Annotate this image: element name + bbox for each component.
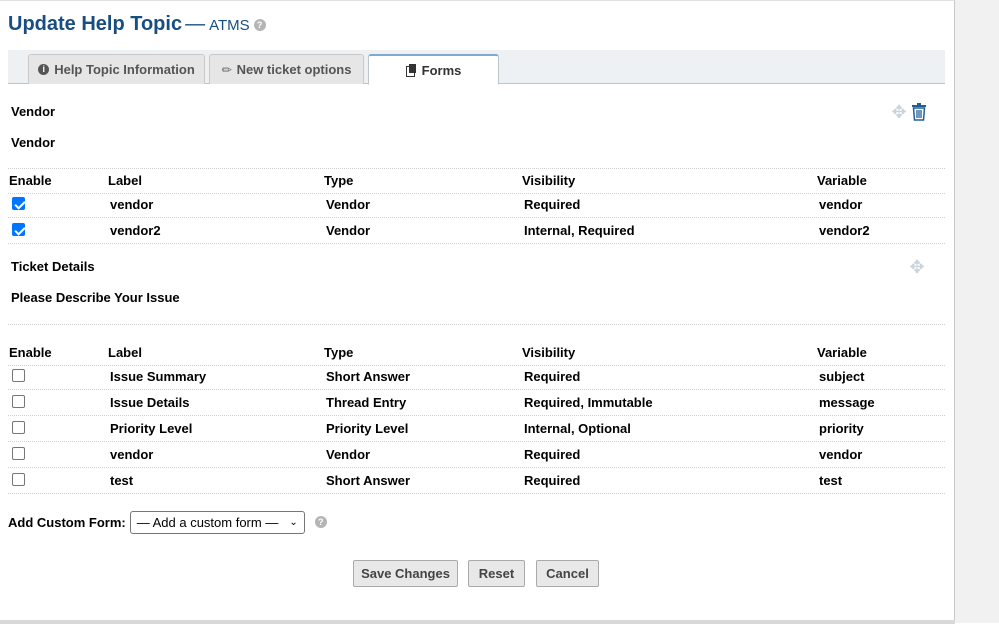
field-variable: vendor2 <box>819 223 870 238</box>
enable-checkbox[interactable] <box>12 473 25 486</box>
column-header-label: Label <box>108 345 142 360</box>
field-visibility: Required, Immutable <box>524 395 653 410</box>
tab-forms[interactable]: Forms <box>368 54 499 85</box>
tab-bar: i Help Topic Information ✎ New ticket op… <box>8 50 945 85</box>
help-icon[interactable]: ? <box>253 19 266 31</box>
move-icon[interactable]: ✥ <box>907 257 927 277</box>
page-title: Update Help Topic — ATMS? <box>8 13 266 36</box>
enable-checkbox[interactable] <box>12 447 25 460</box>
form-title-vendor: Vendor <box>11 104 56 119</box>
field-variable: subject <box>819 369 865 384</box>
enable-checkbox[interactable] <box>12 421 25 434</box>
add-custom-form-row: Add Custom Form: — Add a custom form — ⌄… <box>8 510 327 534</box>
table-row: vendor Vendor Required vendor <box>8 442 945 468</box>
field-variable: test <box>819 473 843 488</box>
table-header: Enable Label Type Visibility Variable <box>8 168 945 194</box>
page-gutter <box>955 0 999 623</box>
tab-new-ticket-options[interactable]: ✎ New ticket options <box>209 54 364 84</box>
field-variable: message <box>819 395 875 410</box>
info-icon: i <box>38 64 50 75</box>
field-type: Vendor <box>326 447 371 462</box>
table-header: Enable Label Type Visibility Variable <box>8 340 945 366</box>
enable-checkbox[interactable] <box>12 395 25 408</box>
field-visibility: Required <box>524 369 581 384</box>
field-variable: vendor <box>819 447 863 462</box>
move-icon[interactable]: ✥ <box>889 102 909 122</box>
field-type: Short Answer <box>326 369 411 384</box>
field-label: vendor <box>110 197 154 212</box>
field-variable: vendor <box>819 197 863 212</box>
table-row: vendor Vendor Required vendor <box>8 192 945 218</box>
field-label: vendor2 <box>110 223 161 238</box>
column-header-label: Label <box>108 173 142 188</box>
field-visibility: Internal, Required <box>524 223 635 238</box>
chevron-down-icon: ⌄ <box>289 516 298 528</box>
table-row: Issue Summary Short Answer Required subj… <box>8 364 945 390</box>
field-visibility: Required <box>524 197 581 212</box>
field-type: Vendor <box>326 197 371 212</box>
document-icon <box>405 64 417 77</box>
column-header-type: Type <box>324 173 354 188</box>
field-label: Issue Summary <box>110 369 207 384</box>
field-label: test <box>110 473 134 488</box>
field-visibility: Required <box>524 473 581 488</box>
add-custom-form-label: Add Custom Form: <box>8 514 126 530</box>
tab-label: Forms <box>421 62 462 78</box>
field-label: Priority Level <box>110 421 193 436</box>
field-label: Issue Details <box>110 395 190 410</box>
page-title-text: Update Help Topic <box>8 13 183 35</box>
column-header-type: Type <box>324 345 354 360</box>
column-header-visibility: Visibility <box>522 173 576 188</box>
form-subtitle-vendor: Vendor <box>11 135 56 150</box>
column-header-visibility: Visibility <box>522 345 576 360</box>
column-header-variable: Variable <box>817 345 867 360</box>
tab-label: Help Topic Information <box>54 62 195 77</box>
enable-checkbox[interactable] <box>12 369 25 382</box>
table-row: Priority Level Priority Level Internal, … <box>8 416 945 442</box>
tab-help-topic-information[interactable]: i Help Topic Information <box>28 54 205 84</box>
title-dash: — <box>185 13 206 35</box>
tag-icon: ✎ <box>218 60 236 79</box>
trash-icon[interactable] <box>911 103 927 121</box>
help-topic-panel: Update Help Topic — ATMS? i Help Topic Inf… <box>0 0 955 624</box>
cancel-button[interactable]: Cancel <box>536 560 599 587</box>
table-row: Issue Details Thread Entry Required, Imm… <box>8 390 945 416</box>
field-type: Short Answer <box>326 473 411 488</box>
enable-checkbox[interactable] <box>12 197 25 210</box>
field-visibility: Internal, Optional <box>524 421 631 436</box>
column-header-enable: Enable <box>9 173 52 188</box>
help-icon[interactable]: ? <box>314 516 327 528</box>
field-label: vendor <box>110 447 154 462</box>
field-visibility: Required <box>524 447 581 462</box>
bottom-border <box>0 620 955 624</box>
column-header-variable: Variable <box>817 173 867 188</box>
column-header-enable: Enable <box>9 345 52 360</box>
field-type: Thread Entry <box>326 395 407 410</box>
field-variable: priority <box>819 421 864 436</box>
enable-checkbox[interactable] <box>12 223 25 236</box>
form-title-ticket-details: Ticket Details <box>11 259 95 274</box>
page-subtitle: ATMS <box>209 17 250 34</box>
save-changes-button[interactable]: Save Changes <box>353 560 458 587</box>
field-type: Vendor <box>326 223 371 238</box>
reset-button[interactable]: Reset <box>468 560 525 587</box>
field-type: Priority Level <box>326 421 409 436</box>
form-subtitle-ticket-details: Please Describe Your Issue <box>11 290 180 305</box>
custom-form-select-value: — Add a custom form — <box>136 514 279 530</box>
table-row: test Short Answer Required test <box>8 468 945 494</box>
table-row: vendor2 Vendor Internal, Required vendor… <box>8 218 945 244</box>
tab-label: New ticket options <box>236 62 352 77</box>
custom-form-select[interactable]: — Add a custom form — ⌄ <box>129 510 305 534</box>
divider <box>8 324 945 325</box>
